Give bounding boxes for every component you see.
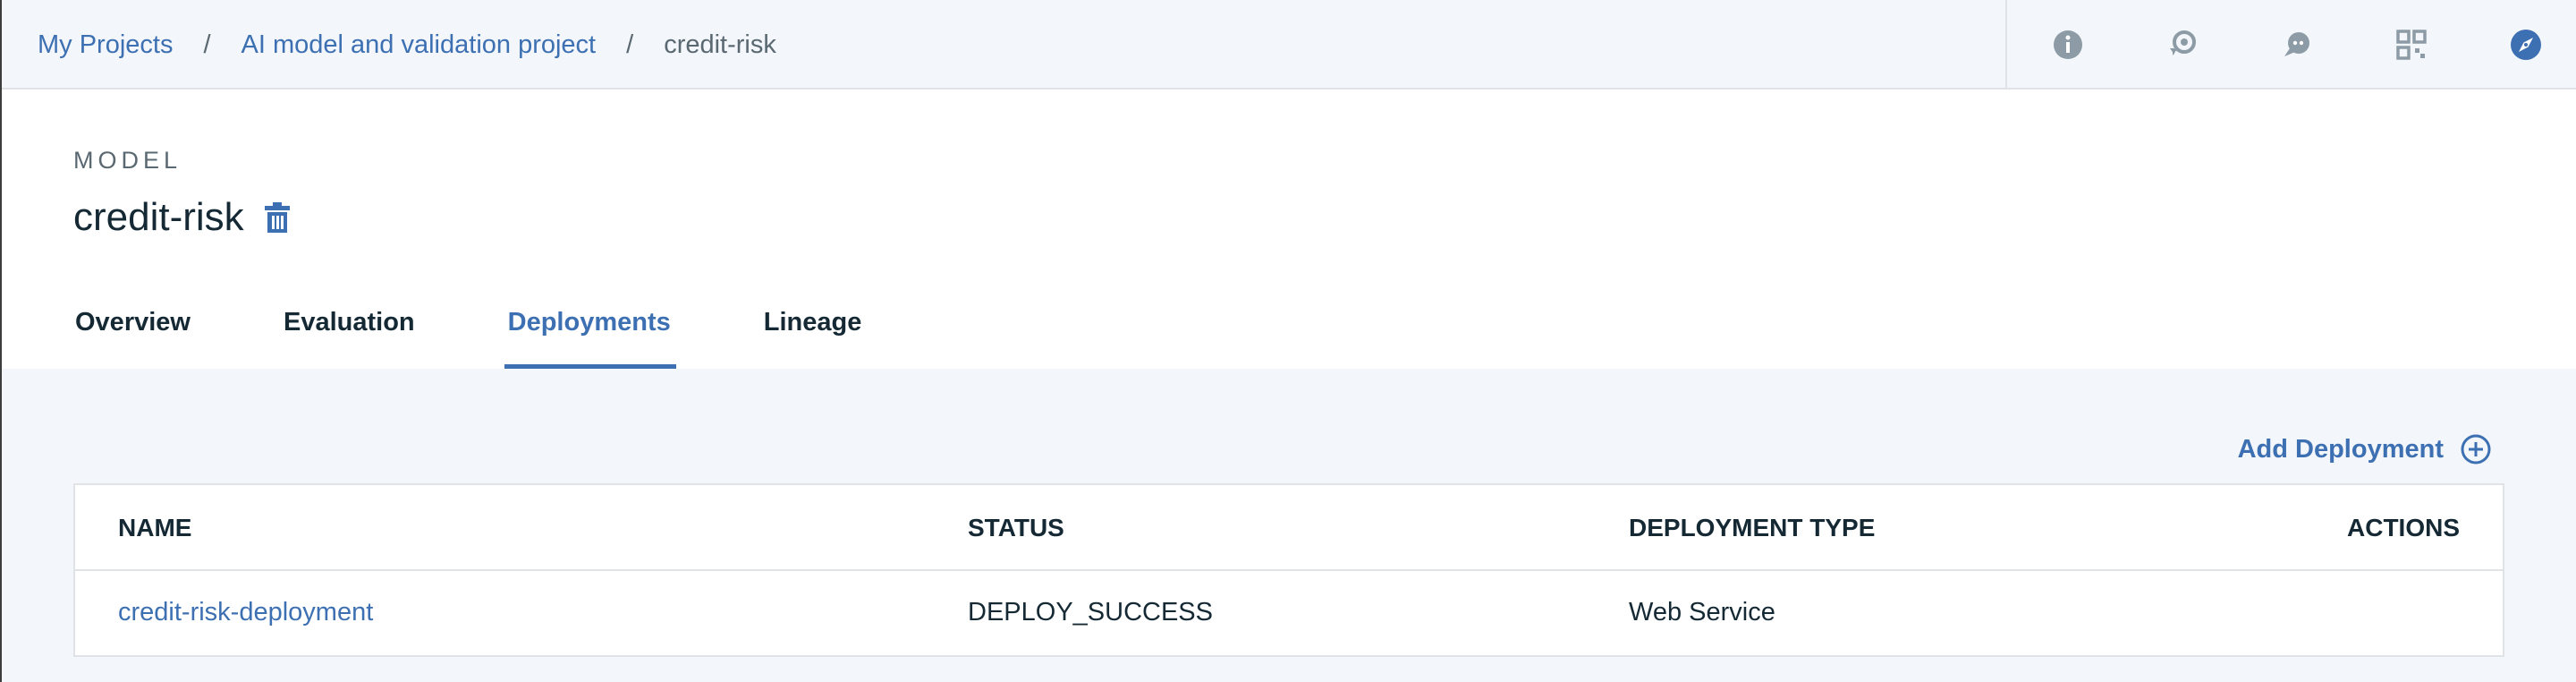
column-header-deployment-type: DEPLOYMENT TYPE	[1629, 514, 1876, 541]
column-header-status: STATUS	[968, 514, 1064, 541]
page-title: credit-risk	[73, 195, 244, 239]
tab-lineage[interactable]: Lineage	[764, 290, 862, 369]
page-header: MODEL credit-risk Overview Evaluation De…	[2, 90, 2576, 369]
breadcrumb-my-projects[interactable]: My Projects	[38, 30, 173, 60]
breadcrumb: My Projects / AI model and validation pr…	[38, 0, 776, 90]
breadcrumb-separator: /	[203, 30, 211, 59]
tab-evaluation[interactable]: Evaluation	[284, 290, 415, 369]
compass-icon[interactable]	[2508, 27, 2544, 63]
deployment-type: Web Service	[1629, 598, 1775, 627]
tab-bar: Overview Evaluation Deployments Lineage	[75, 290, 861, 369]
title-row: credit-risk	[73, 195, 291, 240]
top-bar: My Projects / AI model and validation pr…	[2, 0, 2576, 90]
column-header-actions: ACTIONS	[2347, 514, 2460, 541]
page-eyebrow: MODEL	[73, 147, 182, 174]
deployment-name-link[interactable]: credit-risk-deployment	[118, 598, 373, 627]
table-header: NAME STATUS DEPLOYMENT TYPE ACTIONS	[75, 485, 2503, 571]
add-deployment-button[interactable]: Add Deployment	[2238, 433, 2492, 465]
trash-icon[interactable]	[264, 202, 291, 233]
add-deployment-label: Add Deployment	[2237, 434, 2444, 464]
table-row: credit-risk-deployment DEPLOY_SUCCESS We…	[75, 571, 2503, 657]
chat-icon[interactable]	[2279, 27, 2315, 63]
breadcrumb-separator: /	[626, 30, 634, 59]
history-icon[interactable]	[2165, 27, 2200, 63]
deployments-table: NAME STATUS DEPLOYMENT TYPE ACTIONS cred…	[73, 483, 2504, 657]
deployment-status: DEPLOY_SUCCESS	[968, 598, 1213, 627]
qr-code-icon[interactable]	[2394, 27, 2429, 63]
info-icon[interactable]	[2050, 27, 2086, 63]
breadcrumb-project[interactable]: AI model and validation project	[242, 30, 597, 60]
breadcrumb-current: credit-risk	[664, 30, 776, 59]
add-circle-icon	[2461, 434, 2491, 465]
tab-deployments[interactable]: Deployments	[504, 290, 676, 369]
column-header-name: NAME	[118, 514, 192, 541]
toolbar	[2005, 0, 2576, 90]
tab-overview[interactable]: Overview	[75, 290, 191, 369]
